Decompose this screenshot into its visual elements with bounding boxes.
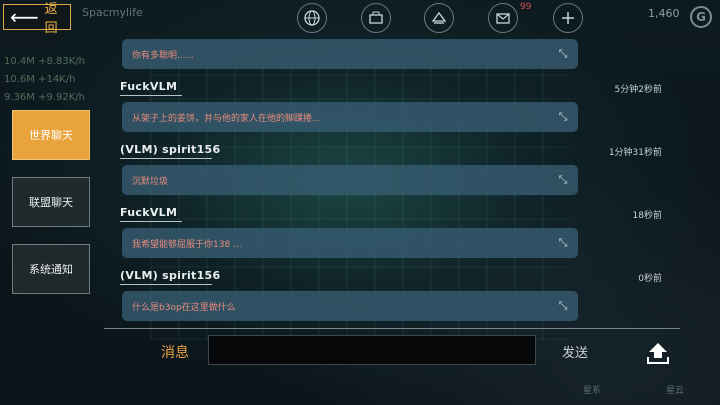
sender-underline <box>120 95 182 96</box>
message-sender[interactable]: (VLM) spirit156 <box>120 269 220 282</box>
sender-underline <box>120 221 182 222</box>
nav-galaxy[interactable]: 星系 <box>583 383 601 396</box>
divider <box>104 328 680 329</box>
resource-row: 10.4M +8.83K/h <box>4 56 85 67</box>
building-icon[interactable] <box>361 3 391 33</box>
tab-label: 联盟聊天 <box>29 196 73 209</box>
expand-icon[interactable]: ⤡ <box>556 299 570 313</box>
message-text: 什么是b3op在这里做什么 <box>132 302 236 313</box>
chat-message: 什么是b3op在这里做什么 ⤡ <box>122 291 578 321</box>
message-label: 消息 <box>161 345 189 361</box>
tab-alliance-chat[interactable]: 联盟聊天 <box>12 177 90 227</box>
chat-list[interactable]: 你有多聪明...... ⤡ FuckVLM 5分钟2秒前 从架子上的姜饼，并与他… <box>104 36 678 326</box>
message-time: 1分钟31秒前 <box>608 148 662 158</box>
tab-label: 世界聊天 <box>29 129 73 142</box>
globe-icon[interactable] <box>297 3 327 33</box>
message-text: 我希望能够屈服于你138 ... <box>132 239 242 250</box>
expand-icon[interactable]: ⤡ <box>556 236 570 250</box>
sender-underline <box>120 284 212 285</box>
chat-message: 沉默垃圾 ⤡ <box>122 165 578 195</box>
message-composer: 消息 发送 <box>0 330 720 375</box>
back-button[interactable]: ⟵ 返回 <box>3 2 71 36</box>
mail-count-badge: 99 <box>520 2 532 12</box>
tab-label: 系统通知 <box>29 263 73 276</box>
fleet-icon[interactable] <box>424 3 454 33</box>
expand-icon[interactable]: ⤡ <box>556 110 570 124</box>
nav-nebula[interactable]: 星云 <box>666 383 684 396</box>
sender-underline <box>120 158 212 159</box>
message-sender[interactable]: FuckVLM <box>120 80 177 93</box>
chat-message: 我希望能够屈服于你138 ... ⤡ <box>122 228 578 258</box>
back-arrow-icon: ⟵ <box>10 5 39 29</box>
message-sender[interactable]: FuckVLM <box>120 206 177 219</box>
add-icon[interactable] <box>553 3 583 33</box>
score-value: 1,460 <box>648 7 680 20</box>
mail-icon[interactable] <box>488 3 518 33</box>
send-button[interactable]: 发送 <box>562 342 588 361</box>
message-time: 18秒前 <box>632 211 662 221</box>
message-text: 沉默垃圾 <box>132 176 169 187</box>
chat-message: 你有多聪明...... ⤡ <box>122 39 578 69</box>
message-text: 从架子上的姜饼，并与他的家人在他的脚踝捲... <box>132 113 321 124</box>
expand-icon[interactable]: ⤡ <box>556 47 570 61</box>
message-input[interactable] <box>208 335 536 365</box>
player-name: Spacmylife <box>82 6 143 19</box>
message-time: 0秒前 <box>638 274 662 284</box>
message-sender[interactable]: (VLM) spirit156 <box>120 143 220 156</box>
message-text: 你有多聪明...... <box>132 50 195 61</box>
back-button-label: 返回 <box>44 2 58 36</box>
top-bar: ⟵ 返回 Spacmylife 99 1,460 G <box>0 0 720 36</box>
game-logo-icon: G <box>690 6 712 28</box>
message-time: 5分钟2秒前 <box>614 85 662 95</box>
resource-row: 10.6M +14K/h <box>4 74 76 85</box>
chat-message: 从架子上的姜饼，并与他的家人在他的脚踝捲... ⤡ <box>122 102 578 132</box>
tab-world-chat[interactable]: 世界聊天 <box>12 110 90 160</box>
upload-icon[interactable] <box>645 340 671 366</box>
expand-icon[interactable]: ⤡ <box>556 173 570 187</box>
resource-row: 9.36M +9.92K/h <box>4 92 85 103</box>
tab-system-notice[interactable]: 系统通知 <box>12 244 90 294</box>
